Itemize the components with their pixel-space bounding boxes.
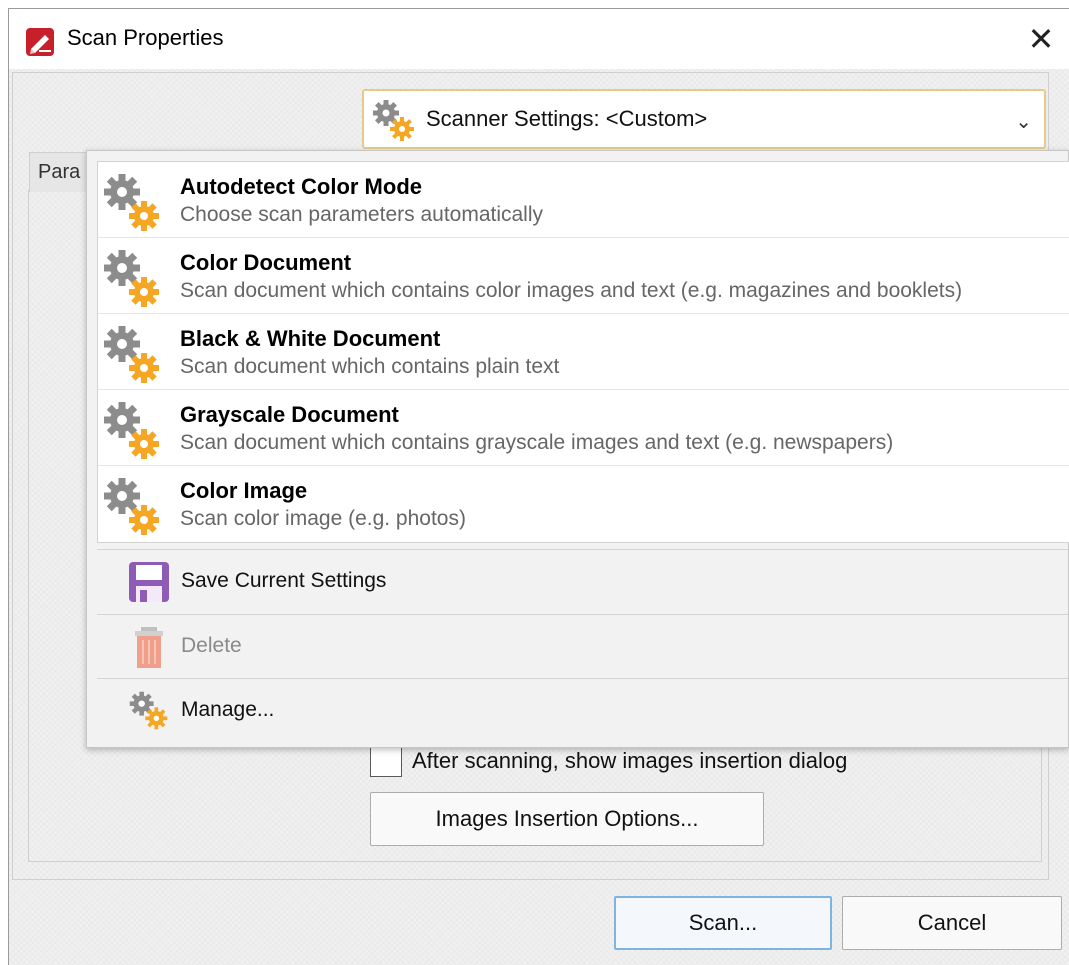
scanner-settings-combobox[interactable]: Scanner Settings: <Custom> ⌄ xyxy=(362,89,1046,149)
save-current-settings-label: Save Current Settings xyxy=(181,569,387,592)
preset-name: Grayscale Document xyxy=(180,402,399,427)
preset-item[interactable]: Grayscale Document Scan document which co… xyxy=(98,390,1069,466)
gears-icon xyxy=(373,100,414,141)
preset-description: Choose scan parameters automatically xyxy=(180,203,544,226)
manage-item[interactable]: Manage... xyxy=(97,679,1068,743)
gears-icon xyxy=(104,326,159,383)
delete-item[interactable]: Delete xyxy=(97,615,1068,679)
preset-item[interactable]: Autodetect Color Mode Choose scan paramet… xyxy=(98,162,1069,238)
cancel-button[interactable]: Cancel xyxy=(842,896,1062,950)
trash-icon xyxy=(135,627,163,668)
dialog-title: Scan Properties xyxy=(67,25,224,50)
images-insertion-options-button[interactable]: Images Insertion Options... xyxy=(370,792,764,846)
preset-name: Autodetect Color Mode xyxy=(180,174,422,199)
preset-description: Scan document which contains color image… xyxy=(180,279,963,302)
preset-item[interactable]: Color Image Scan color image (e.g. photos… xyxy=(98,466,1069,542)
scanner-settings-dropdown: Autodetect Color Mode Choose scan paramet… xyxy=(86,150,1069,748)
gears-icon xyxy=(104,250,159,307)
preset-list: Autodetect Color Mode Choose scan paramet… xyxy=(97,161,1069,543)
gears-icon xyxy=(104,478,159,535)
scan-button[interactable]: Scan... xyxy=(614,896,832,950)
delete-label: Delete xyxy=(181,634,242,657)
preset-name: Color Image xyxy=(180,478,308,503)
preset-item[interactable]: Color Document Scan document which contai… xyxy=(98,238,1069,314)
manage-label: Manage... xyxy=(181,698,275,721)
title-bar: Scan Properties ✕ xyxy=(9,9,1069,69)
show-insertion-dialog-checkbox[interactable] xyxy=(370,745,402,777)
save-current-settings-item[interactable]: Save Current Settings xyxy=(97,550,1068,614)
preset-description: Scan document which contains plain text xyxy=(180,355,560,378)
gears-icon xyxy=(104,402,159,459)
show-insertion-dialog-label: After scanning, show images insertion di… xyxy=(412,748,848,773)
pdf-xchange-icon xyxy=(26,28,54,56)
save-icon xyxy=(129,562,169,602)
preset-description: Scan color image (e.g. photos) xyxy=(180,507,466,530)
scanner-settings-value: Scanner Settings: <Custom> xyxy=(426,106,708,131)
preset-description: Scan document which contains grayscale i… xyxy=(180,431,894,454)
preset-item[interactable]: Black & White Document Scan document whic… xyxy=(98,314,1069,390)
preset-name: Color Document xyxy=(180,250,352,275)
chevron-down-icon: ⌄ xyxy=(1015,109,1032,133)
gears-icon xyxy=(129,691,168,730)
close-icon[interactable]: ✕ xyxy=(1021,19,1061,59)
preset-name: Black & White Document xyxy=(180,326,441,351)
gears-icon xyxy=(104,174,159,231)
